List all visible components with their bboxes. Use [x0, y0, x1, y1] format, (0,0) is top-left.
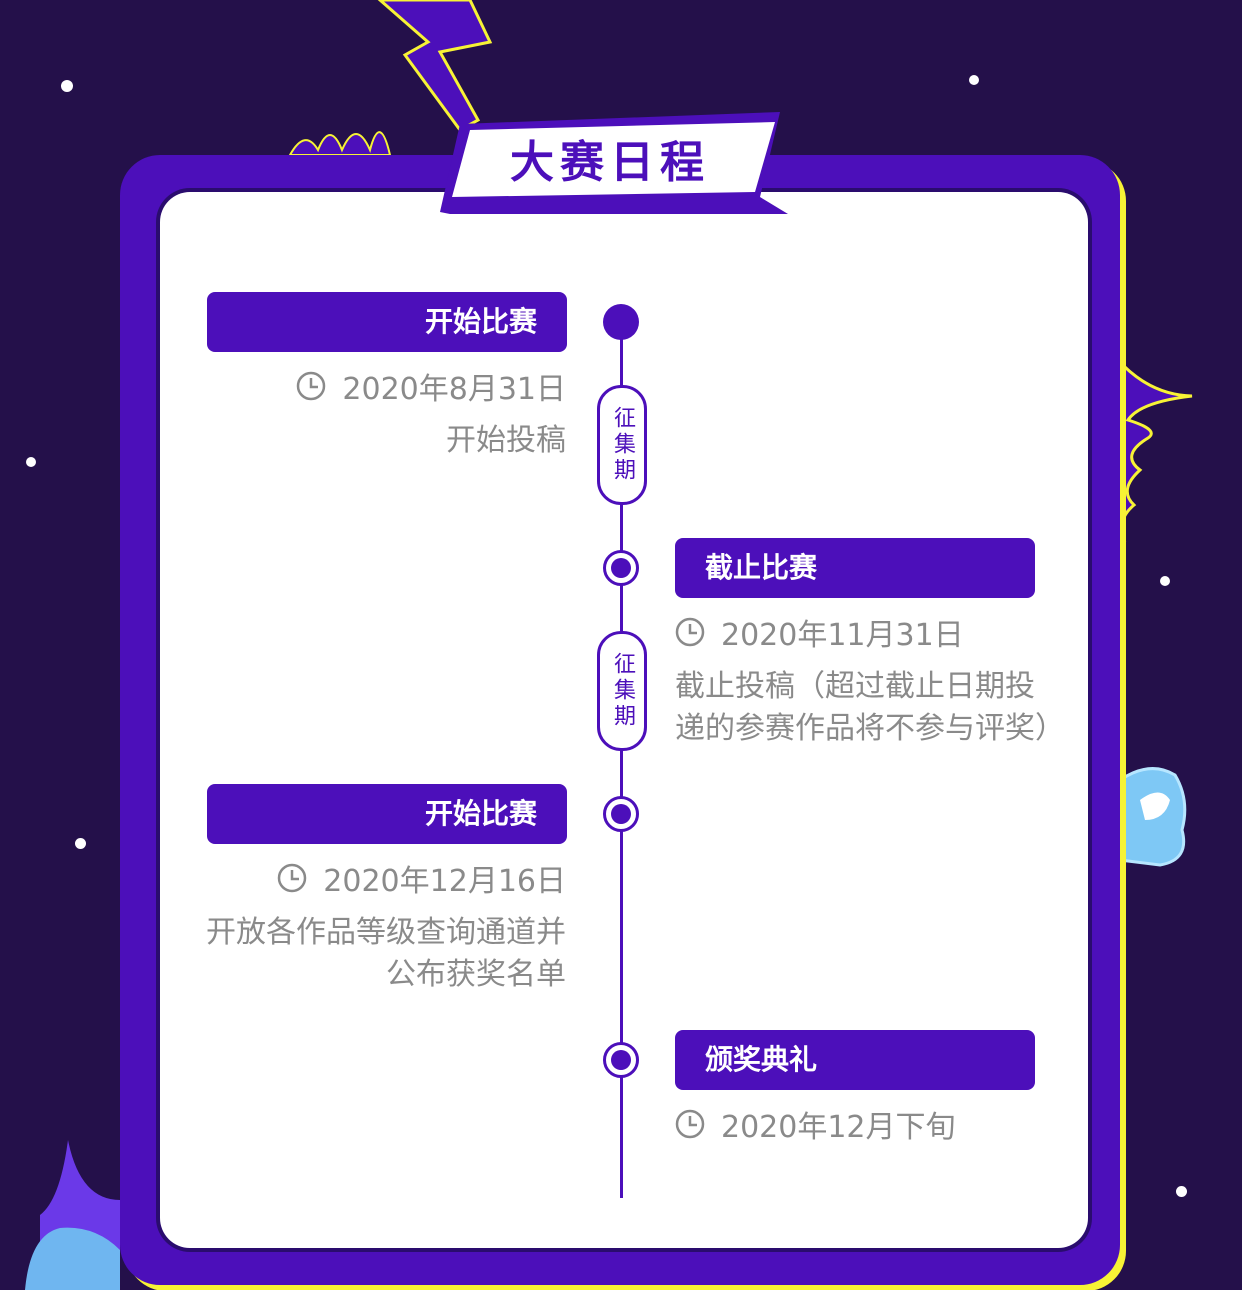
event-description: 截止投稿（超过截止日期投 递的参赛作品将不参与评奖） — [675, 666, 1065, 750]
timeline-dot — [603, 550, 639, 586]
event-label: 截止比赛 — [675, 538, 1035, 598]
event-description: 开始投稿 — [446, 420, 566, 462]
page-title: 大赛日程 — [510, 137, 710, 188]
event-label: 开始比赛 — [207, 784, 567, 844]
event-date: 2020年12月下旬 — [721, 1110, 956, 1145]
period-badge: 征集期 — [597, 385, 647, 505]
event-description: 开放各作品等级查询通道并 公布获奖名单 — [206, 912, 566, 996]
event-date-row: 2020年12月16日 — [277, 858, 566, 899]
event-date-row: 2020年8月31日 — [296, 366, 566, 407]
clock-icon — [675, 1109, 705, 1139]
timeline-start-dot — [603, 304, 639, 340]
timeline-dot — [603, 1042, 639, 1078]
event-description-line: 递的参赛作品将不参与评奖） — [675, 711, 1065, 746]
clock-icon — [297, 371, 326, 401]
event-date-row: 2020年11月31日 — [675, 612, 964, 653]
event-date-row: 2020年12月下旬 — [675, 1104, 956, 1145]
event-date: 2020年11月31日 — [721, 618, 964, 653]
period-badge: 征集期 — [597, 631, 647, 751]
event-description-line: 开放各作品等级查询通道并 — [206, 915, 566, 950]
timeline-dot — [603, 796, 639, 832]
event-label: 开始比赛 — [207, 292, 567, 352]
event-description-line: 公布获奖名单 — [386, 957, 566, 992]
event-date: 2020年8月31日 — [342, 372, 566, 407]
clock-icon — [278, 863, 307, 893]
event-description-line: 截止投稿（超过截止日期投 — [675, 669, 1035, 704]
event-description-line: 开始投稿 — [446, 423, 566, 458]
event-date: 2020年12月16日 — [323, 864, 566, 899]
event-label: 颁奖典礼 — [675, 1030, 1035, 1090]
clock-icon — [675, 617, 705, 647]
